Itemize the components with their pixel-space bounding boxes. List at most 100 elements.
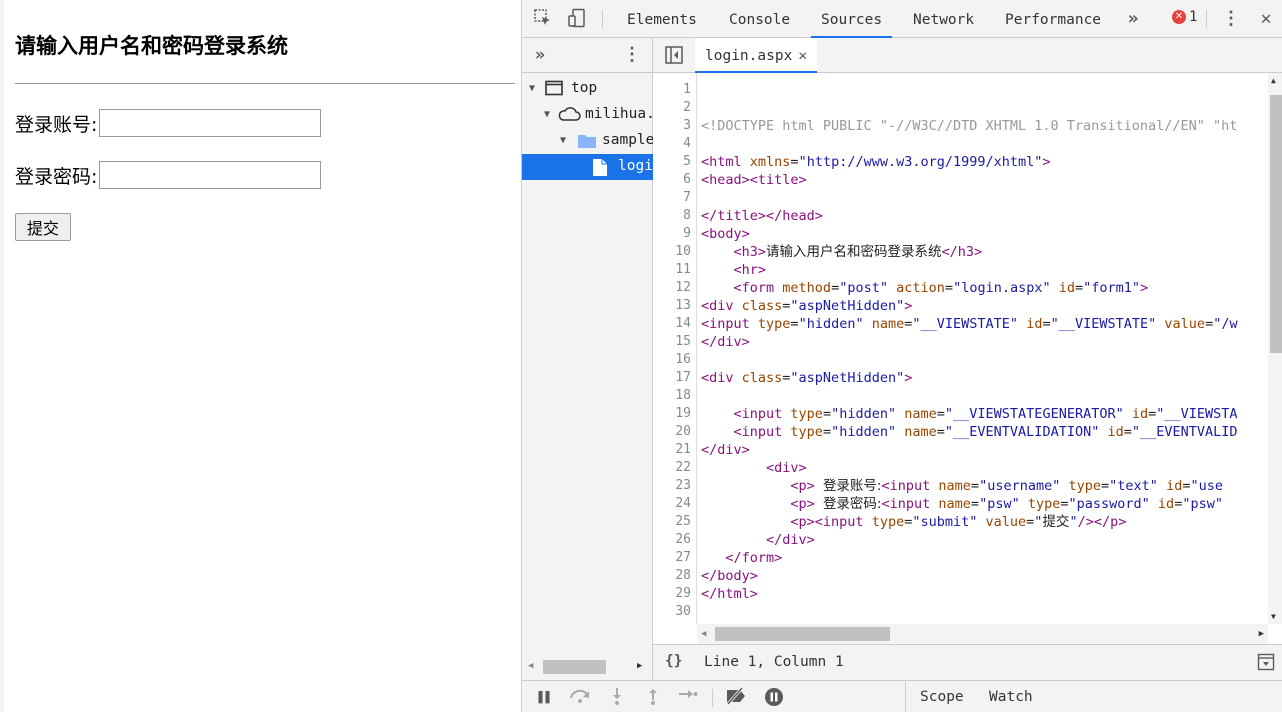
code-line: <input type="hidden" name="__VIEWSTATEGE… xyxy=(733,406,1238,422)
code-line: <input type="hidden" name="__VIEWSTATE" … xyxy=(701,316,1238,332)
step-out-icon[interactable] xyxy=(646,687,660,709)
error-icon[interactable]: ✕ xyxy=(1172,10,1186,24)
scroll-up-icon[interactable]: ▲ xyxy=(1271,76,1276,85)
line-number[interactable]: 5 xyxy=(683,153,691,171)
deactivate-breakpoints-icon[interactable] xyxy=(724,687,748,709)
tree-item-top[interactable]: ▼ top xyxy=(522,76,653,102)
pretty-print-icon[interactable]: {} xyxy=(665,653,682,669)
error-count[interactable]: 1 xyxy=(1189,9,1197,25)
scroll-down-icon[interactable]: ▼ xyxy=(1271,612,1276,621)
scroll-right-icon[interactable]: ▶ xyxy=(637,661,642,671)
tab-performance[interactable]: Performance xyxy=(1005,0,1101,38)
code-line: <p> 登录账号:<input name="username" type="te… xyxy=(790,478,1223,494)
line-number[interactable]: 26 xyxy=(675,531,691,549)
line-number[interactable]: 4 xyxy=(683,135,691,153)
scroll-left-icon[interactable]: ◀ xyxy=(528,661,533,671)
editor-statusbar: {} Line 1, Column 1 xyxy=(653,644,1282,680)
navigator-horizontal-scrollbar[interactable]: ◀ ▶ xyxy=(522,658,653,680)
device-toolbar-icon[interactable] xyxy=(566,8,588,30)
tab-sources[interactable]: Sources xyxy=(811,0,893,38)
step-icon[interactable] xyxy=(678,687,698,705)
tree-item-folder[interactable]: ▼ sample xyxy=(522,128,653,154)
code-line: <p><input type="submit" value="提交"/></p> xyxy=(790,514,1127,530)
username-input[interactable] xyxy=(99,109,322,137)
line-number[interactable]: 18 xyxy=(675,387,691,405)
coverage-icon[interactable] xyxy=(1257,653,1275,675)
line-number[interactable]: 15 xyxy=(675,333,691,351)
more-navigator-tabs-icon[interactable]: » xyxy=(529,44,551,66)
line-number[interactable]: 9 xyxy=(683,225,691,243)
code-line: <hr> xyxy=(733,262,767,278)
line-number[interactable]: 10 xyxy=(675,243,691,261)
tab-watch[interactable]: Watch xyxy=(989,689,1033,705)
line-number[interactable]: 12 xyxy=(675,279,691,297)
scrollbar-thumb[interactable] xyxy=(1270,95,1282,353)
code-line: <html xmlns="http://www.w3.org/1999/xhtm… xyxy=(701,154,1051,170)
line-number[interactable]: 16 xyxy=(675,351,691,369)
tab-network[interactable]: Network xyxy=(913,0,974,38)
line-number[interactable]: 27 xyxy=(675,549,691,567)
line-number[interactable]: 28 xyxy=(675,567,691,585)
pause-icon[interactable]: ❚❚ xyxy=(536,687,552,705)
line-number[interactable]: 6 xyxy=(683,171,691,189)
pause-on-exceptions-icon[interactable] xyxy=(764,687,784,711)
line-number[interactable]: 29 xyxy=(675,585,691,603)
submit-button[interactable]: 提交 xyxy=(15,213,71,241)
line-number[interactable]: 1 xyxy=(683,81,691,99)
line-number[interactable]: 25 xyxy=(675,513,691,531)
code-area[interactable]: 1 2 3 4 5 6 7 8 9 10 11 12 13 14 15 16 17 18 19 20 21 22 23 24 2… xyxy=(653,73,1268,624)
frame-icon xyxy=(545,80,563,100)
line-number[interactable]: 8 xyxy=(683,207,691,225)
editor-vertical-scrollbar[interactable]: ▲ ▼ xyxy=(1268,73,1282,624)
line-number[interactable]: 14 xyxy=(675,315,691,333)
rendered-page: 请输入用户名和密码登录系统 登录账号: 登录密码: 提交 xyxy=(0,0,521,712)
tab-elements[interactable]: Elements xyxy=(627,0,697,38)
line-number[interactable]: 24 xyxy=(675,495,691,513)
toggle-navigator-icon[interactable] xyxy=(663,45,685,67)
folder-icon xyxy=(577,133,597,153)
tab-scope[interactable]: Scope xyxy=(920,689,964,705)
password-label: 登录密码: xyxy=(15,165,98,188)
line-number[interactable]: 23 xyxy=(675,477,691,495)
line-number[interactable]: 17 xyxy=(675,369,691,387)
code-line: <h3>请输入用户名和密码登录系统</h3> xyxy=(733,244,983,260)
line-number[interactable]: 13 xyxy=(675,297,691,315)
username-row: 登录账号: xyxy=(15,109,322,137)
scroll-left-icon[interactable]: ◀ xyxy=(701,629,706,639)
scroll-right-icon[interactable]: ▶ xyxy=(1259,629,1264,639)
editor-horizontal-scrollbar[interactable]: ◀ ▶ xyxy=(697,624,1268,644)
file-icon xyxy=(592,158,608,180)
page-heading: 请输入用户名和密码登录系统 xyxy=(15,34,288,58)
line-number[interactable]: 20 xyxy=(675,423,691,441)
line-number[interactable]: 7 xyxy=(683,189,691,207)
username-label: 登录账号: xyxy=(15,113,98,136)
close-devtools-icon[interactable]: ✕ xyxy=(1255,8,1277,30)
tab-console[interactable]: Console xyxy=(729,0,790,38)
cursor-position: Line 1, Column 1 xyxy=(704,654,844,670)
tree-item-file[interactable]: login xyxy=(522,154,653,180)
scrollbar-thumb[interactable] xyxy=(543,660,606,674)
password-input[interactable] xyxy=(99,161,322,189)
expanded-triangle-icon: ▼ xyxy=(529,83,536,94)
close-tab-icon[interactable]: ✕ xyxy=(798,48,807,64)
tree-item-domain[interactable]: ▼ milihua. xyxy=(522,102,653,128)
scrollbar-thumb[interactable] xyxy=(715,627,890,641)
line-number[interactable]: 21 xyxy=(675,441,691,459)
line-number[interactable]: 3 xyxy=(683,117,691,135)
kebab-menu-icon[interactable]: ⋮ xyxy=(1220,8,1242,30)
line-number[interactable]: 19 xyxy=(675,405,691,423)
step-into-icon[interactable] xyxy=(610,687,624,709)
step-over-icon[interactable] xyxy=(568,687,592,707)
toolbar-separator xyxy=(602,10,603,28)
line-number[interactable]: 30 xyxy=(675,603,691,621)
line-number[interactable]: 11 xyxy=(675,261,691,279)
more-tabs-icon[interactable]: » xyxy=(1122,8,1144,30)
file-tab-login[interactable]: login.aspx ✕ xyxy=(695,38,818,73)
line-number[interactable]: 2 xyxy=(683,99,691,117)
navigator-menu-icon[interactable]: ⋮ xyxy=(621,44,643,66)
code-line: </div> xyxy=(766,532,815,548)
inspect-element-icon[interactable] xyxy=(532,8,554,30)
tree-label: top xyxy=(571,80,598,96)
editor-tabbar: login.aspx ✕ xyxy=(653,38,1282,73)
line-number[interactable]: 22 xyxy=(675,459,691,477)
